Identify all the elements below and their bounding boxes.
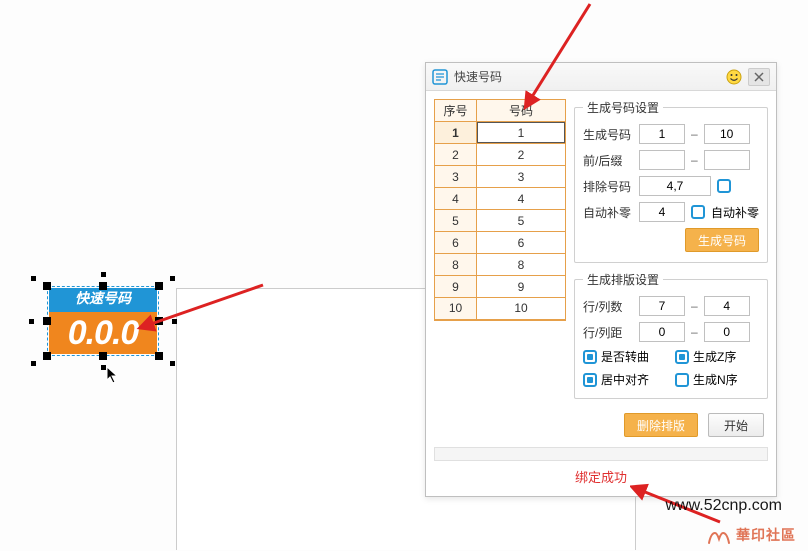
generate-button[interactable]: 生成号码 [685,228,759,252]
number-table[interactable]: 序号 号码 11223344556688991010 [434,99,566,399]
norder-label: 生成N序 [693,371,738,388]
rotate-label: 是否转曲 [601,348,649,365]
quick-number-dialog: 快速号码 序号 号码 11223344556688991010 生成号码设置 [425,62,777,497]
suffix-input[interactable] [704,150,750,170]
layout-settings-group: 生成排版设置 行/列数 – 行/列距 – 是否转曲 生成Z序 居中对齐 [574,271,768,399]
table-cell-seq: 9 [435,276,477,298]
autozero-width-input[interactable] [639,202,685,222]
rowgap-input[interactable] [639,322,685,342]
table-row[interactable]: 55 [435,210,566,232]
table-cell-seq: 6 [435,232,477,254]
table-cell-val: 9 [477,276,566,298]
autozero-check-label: 自动补零 [711,204,759,221]
colgap-input[interactable] [704,322,750,342]
start-button[interactable]: 开始 [708,413,764,437]
prefix-label: 前/后缀 [583,152,633,169]
dialog-title: 快速号码 [454,68,502,85]
table-row[interactable]: 44 [435,188,566,210]
table-row[interactable]: 1010 [435,298,566,320]
delete-layout-button[interactable]: 删除排版 [624,413,698,437]
range-from-input[interactable] [639,124,685,144]
autozero-checkbox[interactable] [691,205,705,219]
autozero-label: 自动补零 [583,204,633,221]
generate-settings-group: 生成号码设置 生成号码 – 前/后缀 – 排除号码 [574,99,768,263]
table-cell-val: 8 [477,254,566,276]
table-cell-seq: 3 [435,166,477,188]
table-cell-val: 4 [477,188,566,210]
zorder-label: 生成Z序 [693,348,736,365]
close-icon [754,72,764,82]
table-cell-val: 3 [477,166,566,188]
table-cell-val: 5 [477,210,566,232]
cols-input[interactable] [704,296,750,316]
watermark: 華印社區 [706,525,796,545]
table-cell-seq: 10 [435,298,477,320]
smile-icon[interactable] [726,69,742,85]
col-num-header: 号码 [477,100,566,122]
table-cell-val: 2 [477,144,566,166]
table-cell-val: 6 [477,232,566,254]
table-cell-seq: 1 [435,122,477,144]
watermark-icon [706,525,732,545]
object-caption: 快速号码 [49,288,157,312]
close-button[interactable] [748,68,770,86]
table-cell-val: 10 [477,298,566,320]
exclude-checkbox[interactable] [717,179,731,193]
status-text: 绑定成功 [426,463,776,496]
exclude-label: 排除号码 [583,178,633,195]
selected-object[interactable]: 快速号码 0.0.0 [49,288,157,354]
app-icon [432,69,448,85]
center-checkbox[interactable] [583,373,597,387]
range-label: 生成号码 [583,126,633,143]
range-to-input[interactable] [704,124,750,144]
object-value: 0.0.0 [49,312,157,354]
table-row[interactable]: 88 [435,254,566,276]
table-cell-val: 1 [477,122,566,144]
spacing-label: 行/列距 [583,324,633,341]
table-cell-seq: 8 [435,254,477,276]
layout-settings-legend: 生成排版设置 [583,271,663,288]
cursor-icon [106,366,120,384]
norder-checkbox[interactable] [675,373,689,387]
watermark-brand: 華印社區 [736,525,796,545]
table-cell-seq: 4 [435,188,477,210]
col-seq-header: 序号 [435,100,477,122]
table-row[interactable]: 22 [435,144,566,166]
table-row[interactable]: 66 [435,232,566,254]
table-row[interactable]: 99 [435,276,566,298]
zorder-checkbox[interactable] [675,350,689,364]
grid-label: 行/列数 [583,298,633,315]
table-cell-seq: 5 [435,210,477,232]
table-row[interactable]: 11 [435,122,566,144]
center-label: 居中对齐 [601,371,649,388]
prefix-input[interactable] [639,150,685,170]
rotate-checkbox[interactable] [583,350,597,364]
rows-input[interactable] [639,296,685,316]
generate-settings-legend: 生成号码设置 [583,99,663,116]
table-cell-seq: 2 [435,144,477,166]
table-row[interactable]: 33 [435,166,566,188]
progress-bar [434,447,768,461]
exclude-input[interactable] [639,176,711,196]
dialog-titlebar[interactable]: 快速号码 [426,63,776,91]
